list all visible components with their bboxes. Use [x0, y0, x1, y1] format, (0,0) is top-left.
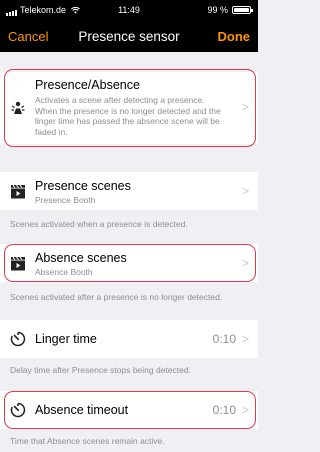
- presence-absence-title: Presence/Absence: [35, 78, 140, 92]
- timer-icon: [10, 331, 26, 347]
- linger-time-row[interactable]: Linger time 0:10 >: [0, 320, 258, 358]
- timer-icon: [10, 402, 26, 418]
- presence-scenes-footnote: Scenes activated when a presence is dete…: [10, 219, 188, 229]
- presence-scenes-label: Presence scenes: [35, 179, 131, 193]
- nav-bar: Cancel Presence sensor Done: [0, 20, 258, 52]
- linger-time-footnote: Delay time after Presence stops being de…: [10, 365, 191, 375]
- chevron-right-icon: >: [241, 403, 249, 417]
- chevron-right-icon: >: [241, 256, 249, 270]
- presence-absence-row[interactable]: Presence/Absence Activates a scene after…: [0, 72, 258, 144]
- presence-absence-description: Activates a scene after detecting a pres…: [35, 95, 221, 137]
- chevron-right-icon: >: [241, 100, 249, 114]
- battery-icon: [232, 6, 253, 14]
- linger-time-label: Linger time: [35, 332, 97, 346]
- presence-scenes-row[interactable]: Presence scenes Presence Booth >: [0, 172, 258, 210]
- absence-scenes-row[interactable]: Absence scenes Absence Booth >: [0, 244, 258, 282]
- scene-clapper-icon: [11, 184, 25, 199]
- linger-time-value: 0:10: [212, 332, 236, 346]
- scene-clapper-icon: [11, 256, 25, 271]
- absence-timeout-label: Absence timeout: [35, 403, 129, 417]
- chevron-right-icon: >: [241, 332, 249, 346]
- absence-scenes-value: Absence Booth: [35, 267, 93, 277]
- absence-timeout-row[interactable]: Absence timeout 0:10 >: [0, 391, 258, 429]
- status-bar: Telekom.de 11:49 99 %: [0, 0, 258, 20]
- absence-scenes-footnote: Scenes activated after a presence is no …: [10, 292, 223, 302]
- absence-scenes-label: Absence scenes: [35, 251, 127, 265]
- battery-percent: 99 %: [207, 5, 228, 15]
- done-button[interactable]: Done: [218, 29, 251, 44]
- presence-scenes-value: Presence Booth: [35, 195, 96, 205]
- absence-timeout-footnote: Time that Absence scenes remain active.: [10, 436, 165, 446]
- chevron-right-icon: >: [241, 184, 249, 198]
- absence-timeout-value: 0:10: [212, 403, 236, 417]
- presence-sensor-icon: [11, 101, 25, 114]
